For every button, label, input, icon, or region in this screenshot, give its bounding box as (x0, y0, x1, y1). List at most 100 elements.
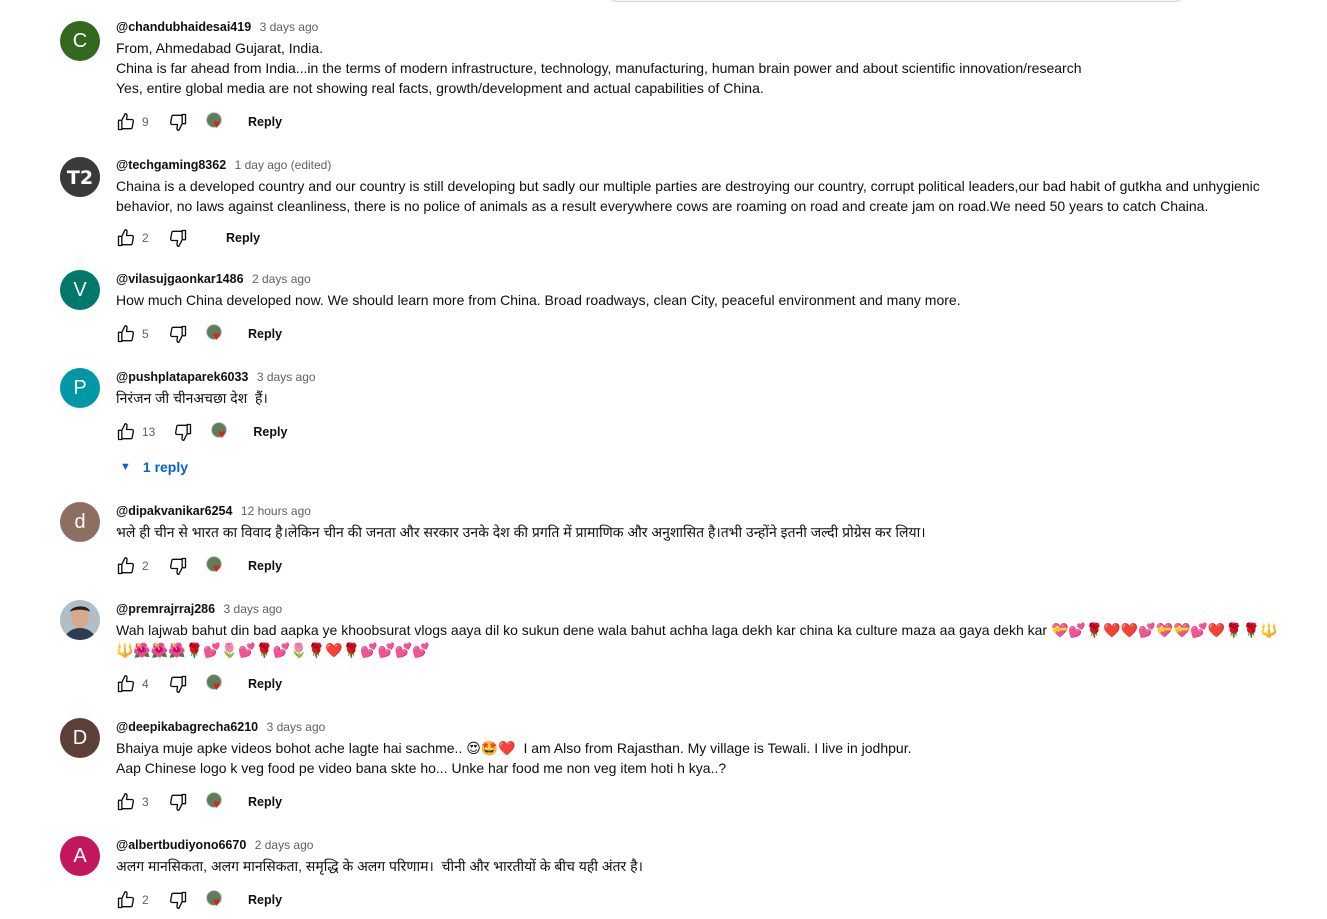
comment-header: @techgaming8362 1 day ago (edited) (116, 156, 331, 174)
comment-text: भले ही चीन से भारत का विवाद है।लेकिन चीन… (116, 524, 926, 540)
comment-time[interactable]: 2 days ago (255, 838, 314, 852)
like-count: 9 (142, 115, 149, 129)
thumb-up-icon (117, 325, 135, 343)
author-name[interactable]: @premrajrraj286 (116, 602, 215, 616)
avatar[interactable]: d (60, 502, 100, 542)
thumb-up-icon (117, 675, 135, 693)
comment-header: @deepikabagrecha6210 3 days ago (116, 718, 325, 736)
profile-photo-icon (60, 600, 100, 640)
search-bar-edge[interactable] (604, 0, 1188, 2)
dislike-button[interactable] (166, 322, 190, 346)
t2-logo-icon: T2 (60, 157, 100, 197)
like-count: 2 (142, 231, 149, 245)
author-name[interactable]: @albertbudiyono6670 (116, 838, 246, 852)
comment-actions: 2 ♥ Reply (114, 553, 296, 579)
comment-text: Wah lajwab bahut din bad aapka ye khoobs… (116, 622, 1278, 658)
like-count: 4 (142, 677, 149, 691)
comment-header: @pushplataparek6033 3 days ago (116, 368, 316, 386)
comment-time[interactable]: 12 hours ago (241, 504, 311, 518)
comment-actions: 9 ♥ Reply (114, 109, 296, 135)
avatar[interactable]: C (60, 21, 100, 61)
thumb-down-icon (169, 675, 187, 693)
avatar[interactable]: D (60, 718, 100, 758)
chevron-down-icon: ▼ (120, 461, 131, 473)
like-button[interactable] (114, 554, 138, 578)
thumb-up-icon (117, 423, 135, 441)
comment-header: @albertbudiyono6670 2 days ago (116, 836, 313, 854)
author-name[interactable]: @techgaming8362 (116, 158, 226, 172)
thumb-up-icon (117, 891, 135, 909)
thumb-up-icon (117, 229, 135, 247)
creator-heart-icon: ♥ (209, 420, 233, 444)
comment-actions: 2 Reply (114, 225, 274, 251)
like-button[interactable] (114, 790, 138, 814)
like-button[interactable] (114, 322, 138, 346)
comment-actions: 3 ♥ Reply (114, 789, 296, 815)
like-button[interactable] (114, 888, 138, 912)
comment-time[interactable]: 2 days ago (252, 272, 311, 286)
author-name[interactable]: @deepikabagrecha6210 (116, 720, 258, 734)
like-button[interactable] (114, 226, 138, 250)
reply-button[interactable]: Reply (234, 555, 296, 577)
reply-button[interactable]: Reply (234, 111, 296, 133)
comment-time[interactable]: 1 day ago (edited) (235, 158, 332, 172)
avatar[interactable]: P (60, 368, 100, 408)
like-count: 2 (142, 559, 149, 573)
dislike-button[interactable] (166, 554, 190, 578)
thumb-down-icon (169, 113, 187, 131)
comment-text: Chaina is a developed country and our co… (116, 178, 1264, 214)
author-name[interactable]: @chandubhaidesai419 (116, 20, 251, 34)
thumb-down-icon (169, 793, 187, 811)
like-button[interactable] (114, 672, 138, 696)
author-name[interactable]: @dipakvanikar6254 (116, 504, 232, 518)
comment-time[interactable]: 3 days ago (257, 370, 316, 384)
comment-header: @chandubhaidesai419 3 days ago (116, 18, 318, 36)
avatar[interactable]: V (60, 270, 100, 310)
comment-text: Bhaiya muje apke videos bohot ache lagte… (116, 740, 912, 776)
like-count: 2 (142, 893, 149, 907)
creator-heart-icon: ♥ (204, 110, 228, 134)
creator-heart-icon: ♥ (204, 888, 228, 912)
reply-button[interactable]: Reply (239, 421, 301, 443)
thumb-up-icon (117, 557, 135, 575)
thumb-down-icon (175, 423, 192, 441)
view-replies-button[interactable]: ▼ 1 reply (120, 456, 188, 478)
dislike-button[interactable] (166, 226, 190, 250)
creator-heart-icon: ♥ (204, 322, 228, 346)
like-button[interactable] (114, 110, 138, 134)
comment-text: निरंजन जी चीनअचछा देश हैं। (116, 390, 268, 406)
comment-actions: 5 ♥ Reply (114, 321, 296, 347)
thumb-down-icon (169, 557, 187, 575)
reply-button[interactable]: Reply (234, 889, 296, 911)
dislike-button[interactable] (166, 672, 190, 696)
dislike-button[interactable] (166, 888, 190, 912)
svg-text:T2: T2 (67, 167, 93, 189)
like-count: 13 (142, 425, 156, 439)
reply-button[interactable]: Reply (234, 673, 296, 695)
author-name[interactable]: @vilasujgaonkar1486 (116, 272, 244, 286)
comment-time[interactable]: 3 days ago (260, 20, 319, 34)
comment-actions: 2 ♥ Reply (114, 887, 296, 913)
reply-button[interactable]: Reply (234, 323, 296, 345)
avatar[interactable]: A (60, 836, 100, 876)
comment-header: @dipakvanikar6254 12 hours ago (116, 502, 311, 520)
comment-header: @vilasujgaonkar1486 2 days ago (116, 270, 311, 288)
dislike-button[interactable] (171, 420, 195, 444)
thumb-down-icon (169, 891, 187, 909)
comment-header: @premrajrraj286 3 days ago (116, 600, 282, 618)
author-name[interactable]: @pushplataparek6033 (116, 370, 248, 384)
comment-text: How much China developed now. We should … (116, 292, 961, 308)
avatar[interactable]: T2 (60, 157, 100, 197)
dislike-button[interactable] (166, 110, 190, 134)
thumb-up-icon (117, 793, 135, 811)
reply-button[interactable]: Reply (212, 227, 274, 249)
thumb-down-icon (169, 325, 187, 343)
dislike-button[interactable] (166, 790, 190, 814)
comment-time[interactable]: 3 days ago (224, 602, 283, 616)
avatar[interactable] (60, 600, 100, 640)
reply-button[interactable]: Reply (234, 791, 296, 813)
like-button[interactable] (114, 420, 138, 444)
replies-count-label: 1 reply (142, 459, 189, 475)
comment-text: From, Ahmedabad Gujarat, India. China is… (116, 40, 1082, 96)
comment-time[interactable]: 3 days ago (267, 720, 326, 734)
